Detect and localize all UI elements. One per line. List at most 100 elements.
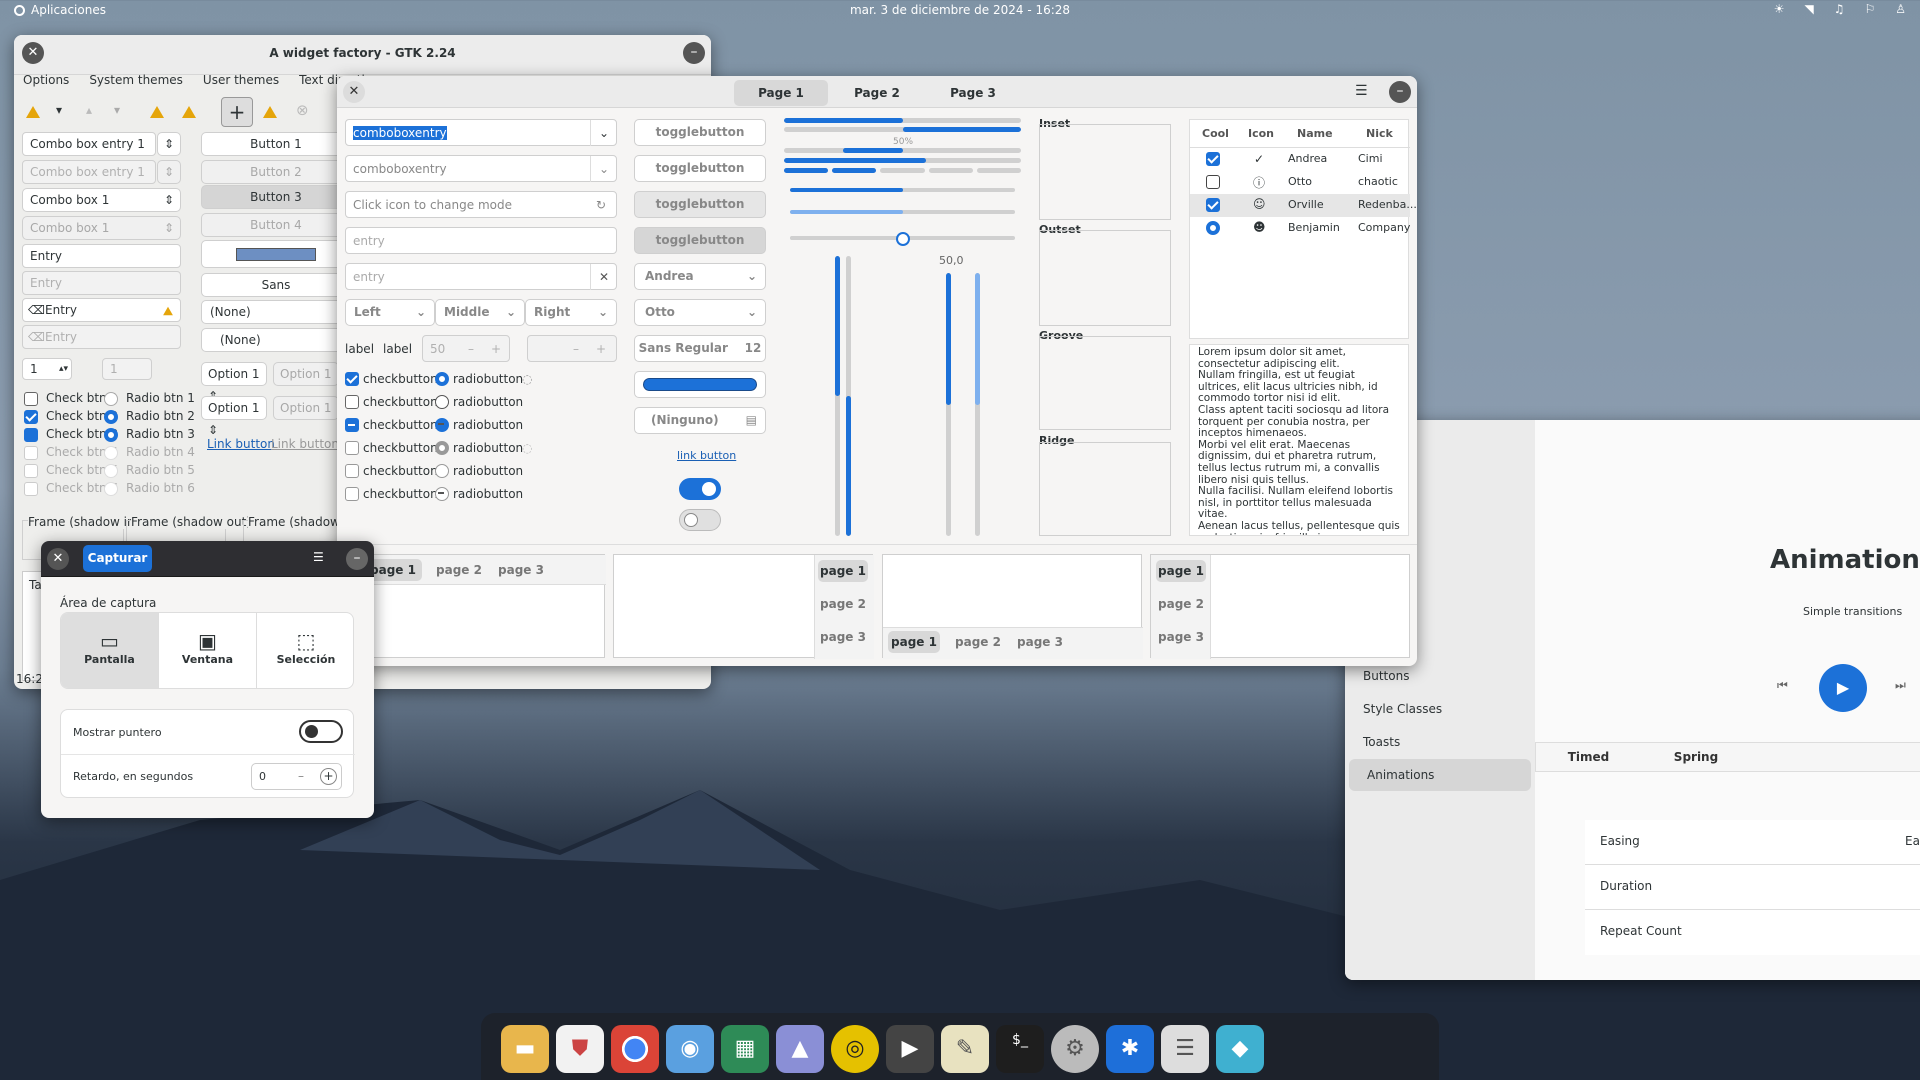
menu-options[interactable]: Options (23, 69, 69, 91)
tab-timed[interactable]: Timed (1536, 746, 1641, 768)
radio[interactable] (104, 410, 118, 424)
menu-icon[interactable]: ☰ (313, 550, 324, 564)
file-chooser[interactable]: (Ninguno) ▤ (634, 407, 766, 434)
radio[interactable] (435, 418, 449, 432)
link-button[interactable]: Link button (207, 437, 275, 451)
refresh-icon[interactable]: ↻ (596, 192, 606, 218)
checkbox[interactable] (345, 418, 359, 432)
nb-tab-page-1[interactable]: page 1 (818, 560, 868, 582)
font-button[interactable]: Sans Regular 12 (634, 335, 766, 362)
chrome-icon[interactable] (611, 1025, 659, 1073)
toggle-button[interactable]: togglebutton (634, 191, 766, 218)
switch-on[interactable] (679, 478, 721, 500)
nb-tab-page-1[interactable]: page 1 (1156, 560, 1206, 582)
combo-box[interactable]: Combo box 1 ⇕ (22, 188, 181, 212)
nb-tab-page-1[interactable]: page 1 (888, 631, 940, 653)
menu-icon[interactable]: ☰ (1355, 83, 1368, 99)
option-menu[interactable]: Option 1 ⇕ (201, 362, 267, 403)
radio[interactable] (104, 428, 118, 442)
combobox-entry-2[interactable]: comboboxentry ⌄ (345, 155, 617, 182)
show-pointer-switch[interactable] (299, 720, 343, 743)
link-button[interactable]: link button (677, 449, 736, 462)
tab-page-3[interactable]: Page 3 (926, 80, 1020, 106)
delay-spin[interactable]: 0– + (251, 763, 342, 790)
nb-tab-page-3[interactable]: page 3 (492, 559, 550, 581)
combo-spin-icon[interactable]: ⇕ (157, 132, 181, 156)
menu-system-themes[interactable]: System themes (89, 69, 183, 91)
camera-icon[interactable]: ◉ (666, 1025, 714, 1073)
toggle-button[interactable]: togglebutton (634, 155, 766, 182)
checkbox[interactable] (345, 395, 359, 409)
mode-entry[interactable]: Click icon to change mode ↻ (345, 191, 617, 218)
row-duration[interactable]: Duration (1585, 865, 1920, 910)
col-nick[interactable]: Nick (1366, 127, 1393, 140)
minimize-icon[interactable]: – (346, 548, 368, 570)
vscale[interactable] (846, 256, 851, 536)
skip-back-icon[interactable]: ⏮ (1777, 678, 1788, 693)
clock[interactable]: mar. 3 de diciembre de 2024 - 16:28 (0, 3, 1920, 17)
entry-2[interactable]: entry ✕ (345, 263, 617, 290)
toggle-button[interactable]: togglebutton (634, 119, 766, 146)
nb-tab-page-2[interactable]: page 2 (949, 631, 1007, 653)
nb-tab-page-3[interactable]: page 3 (1156, 626, 1206, 648)
video-icon[interactable]: ▶ (886, 1025, 934, 1073)
row-repeat-count[interactable]: Repeat Count (1585, 910, 1920, 955)
button-1[interactable]: Button 1 (201, 132, 351, 156)
table-row[interactable]: ✓ Andrea Cimi (1190, 148, 1410, 171)
close-icon[interactable]: ✕ (47, 548, 69, 570)
entry-with-icons[interactable]: ⌫ Entry (22, 298, 181, 322)
warning-icon[interactable] (150, 106, 164, 118)
nb-tab-page-3[interactable]: page 3 (1011, 631, 1069, 653)
diamond-icon[interactable]: ◆ (1216, 1025, 1264, 1073)
option-menu[interactable]: Option 1 ⇕ (201, 396, 267, 437)
radio[interactable] (435, 395, 449, 409)
tab-spring[interactable]: Spring (1646, 746, 1746, 768)
sidebar-item-toasts[interactable]: Toasts (1345, 726, 1535, 758)
mode-screen[interactable]: ▭ Pantalla (61, 613, 159, 688)
font-button[interactable]: Sans1 (201, 273, 351, 297)
nb-tab-page-2[interactable]: page 2 (1156, 593, 1206, 615)
play-icon[interactable]: ▶ (1819, 664, 1867, 712)
music-icon[interactable]: ◎ (831, 1025, 879, 1073)
skip-forward-icon[interactable]: ⏭ (1895, 678, 1906, 693)
code-icon[interactable]: ✱ (1106, 1025, 1154, 1073)
image-icon[interactable]: ▲ (776, 1025, 824, 1073)
scale[interactable] (790, 188, 1015, 192)
combo-otto[interactable]: Otto ⌄ (634, 299, 766, 326)
sheet-icon[interactable]: ▦ (721, 1025, 769, 1073)
button-3[interactable]: Button 3 (201, 185, 351, 209)
close-icon[interactable]: ✕ (343, 81, 365, 103)
warning-icon[interactable] (26, 106, 40, 118)
folder-icon[interactable]: ▬ (501, 1025, 549, 1073)
table-row[interactable]: ⓘ Otto chaotic (1190, 171, 1410, 194)
minimize-icon[interactable]: – (683, 42, 705, 64)
col-cool[interactable]: Cool (1202, 127, 1229, 140)
tab-page-2[interactable]: Page 2 (830, 80, 924, 106)
color-button[interactable] (634, 371, 766, 398)
combobox-entry[interactable]: comboboxentry ⌄ (345, 119, 617, 146)
gear-icon[interactable]: ⚙ (1051, 1025, 1099, 1073)
warning-icon[interactable] (263, 106, 277, 118)
dropdown-arrow-icon[interactable]: ⌄ (590, 156, 609, 182)
color-button[interactable] (201, 240, 351, 268)
mode-selection[interactable]: ⬚ Selección (257, 613, 353, 688)
vscale[interactable] (946, 273, 951, 536)
sidebar-item-style-classes[interactable]: Style Classes (1345, 693, 1535, 725)
settings-icon[interactable]: ☰ (1161, 1025, 1209, 1073)
backspace-icon[interactable]: ⌫ (28, 299, 45, 321)
lorem-text-view[interactable]: Lorem ipsum dolor sit amet, consectetur … (1189, 344, 1409, 536)
nb-tab-page-3[interactable]: page 3 (818, 626, 868, 648)
add-icon[interactable]: + (221, 97, 253, 127)
combo-none[interactable]: (None) (201, 328, 351, 352)
notes-icon[interactable]: ✎ (941, 1025, 989, 1073)
combo-andrea[interactable]: Andrea ⌄ (634, 263, 766, 290)
radio[interactable] (435, 372, 449, 386)
checkbox[interactable] (24, 410, 38, 424)
entry-1[interactable]: entry (345, 227, 617, 254)
combo-entry[interactable]: Combo box entry 1 (22, 132, 156, 156)
vscale[interactable] (835, 256, 840, 536)
spin-button[interactable]: 1 ▴▾ (22, 358, 72, 380)
system-tray[interactable]: ☀ ◥ ♫ ⚐ ♙ (1774, 2, 1906, 16)
table-row[interactable]: ☺ Orville Redenba... (1190, 194, 1417, 217)
row-easing[interactable]: EasingEase (1585, 820, 1920, 865)
